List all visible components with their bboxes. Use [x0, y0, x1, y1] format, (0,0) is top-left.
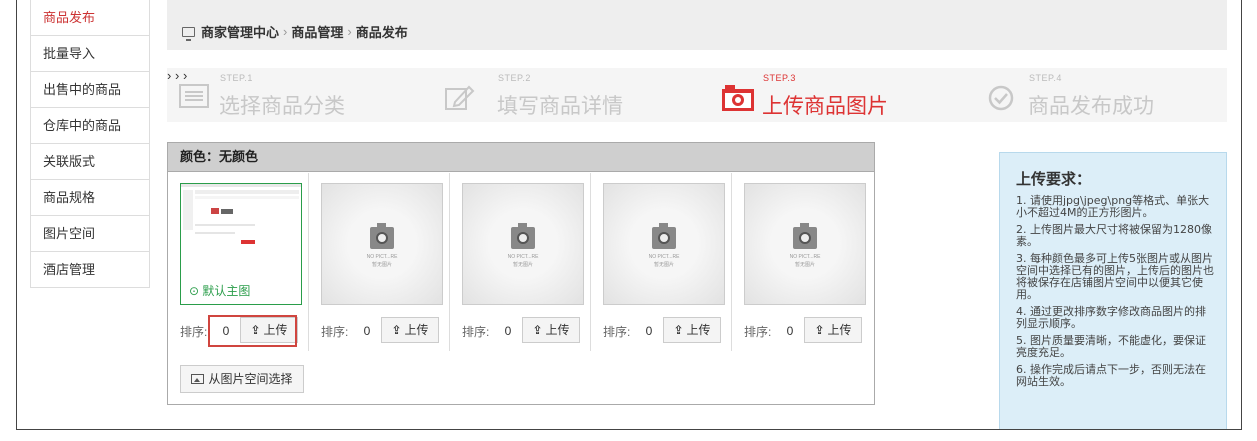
image-slot: NO PICT...RE 暂无图片 排序: 0 ⇪ 上传 — [309, 173, 450, 351]
sidebar-item-hotel[interactable]: 酒店管理 — [30, 252, 150, 288]
sort-input[interactable]: 0 — [637, 317, 661, 345]
placeholder-text: NO PICT...RE — [507, 254, 539, 260]
step-tag: STEP.3 — [763, 73, 796, 83]
image-placeholder[interactable]: NO PICT...RE 暂无图片 — [462, 183, 584, 305]
slot-controls: 排序: 0 ⇪ 上传 — [732, 315, 872, 345]
breadcrumb-item[interactable]: 商品管理 — [291, 22, 343, 41]
sort-input[interactable]: 0 — [778, 317, 802, 345]
placeholder-text: NO PICT...RE — [366, 254, 398, 260]
upload-button[interactable]: ⇪ 上传 — [663, 317, 721, 343]
step-label: 商品发布成功 — [1028, 95, 1154, 118]
breadcrumb-item[interactable]: 商家管理中心 — [201, 22, 279, 41]
chevron-right-icon: › — [167, 68, 172, 83]
step-tag: STEP.2 — [498, 73, 531, 83]
requirement-item: 3. 每种颜色最多可上传5张图片或从图片空间中选择已有的图片，上传后的图片也将被… — [1016, 252, 1214, 301]
progress-steps: STEP.1 选择商品分类 › STEP.2 填写商品详情 › STEP.3 上… — [167, 68, 1227, 122]
sort-input[interactable]: 0 — [496, 317, 520, 345]
step-4: STEP.4 商品发布成功 — [987, 68, 1217, 122]
upload-icon: ⇪ — [391, 323, 402, 337]
step-label: 选择商品分类 — [219, 95, 345, 118]
sidebar-item-publish[interactable]: 商品发布 — [30, 0, 150, 36]
placeholder-text: 暂无图片 — [371, 262, 392, 268]
sidebar-item-specs[interactable]: 商品规格 — [30, 180, 150, 216]
upload-button[interactable]: ⇪ 上传 — [804, 317, 862, 343]
requirement-item: 6. 操作完成后请点下一步，否则无法在网站生效。 — [1016, 363, 1206, 388]
panel-header: 颜色：无颜色 — [168, 143, 874, 172]
upload-button[interactable]: ⇪ 上传 — [522, 317, 580, 343]
upload-requirements: 上传要求： 1. 请使用jpg\jpeg\png等格式、单张大小不超过4M的正方… — [999, 152, 1227, 429]
step-tag: STEP.1 — [220, 73, 253, 83]
requirement-item: 1. 请使用jpg\jpeg\png等格式、单张大小不超过4M的正方形图片。 — [1016, 194, 1210, 219]
camera-icon — [722, 85, 754, 111]
requirement-item: 4. 通过更改排序数字修改商品图片的排列显示顺序。 — [1016, 305, 1206, 330]
upload-icon: ⇪ — [673, 323, 684, 337]
upload-icon: ⇪ — [814, 323, 825, 337]
placeholder-text: NO PICT...RE — [789, 254, 821, 260]
slot-controls: 排序: 0 ⇪ 上传 — [309, 315, 449, 345]
image-slot: NO PICT...RE 暂无图片 排序: 0 ⇪ 上传 — [450, 173, 591, 351]
slot-controls: 排序: 0 ⇪ 上传 — [450, 315, 590, 345]
upload-icon: ⇪ — [532, 323, 543, 337]
sidebar-item-image-space[interactable]: 图片空间 — [30, 216, 150, 252]
placeholder-text: 暂无图片 — [512, 262, 533, 268]
check-circle-icon: ⊙ — [189, 284, 200, 298]
sidebar: 商品发布 批量导入 出售中的商品 仓库中的商品 关联版式 商品规格 图片空间 酒… — [30, 0, 150, 288]
placeholder-text: NO PICT...RE — [648, 254, 680, 260]
requirements-title: 上传要求： — [1016, 171, 1092, 188]
breadcrumb-separator: › — [283, 24, 288, 39]
image-placeholder[interactable]: NO PICT...RE 暂无图片 — [744, 183, 866, 305]
image-slot: NO PICT...RE 暂无图片 排序: 0 ⇪ 上传 — [732, 173, 873, 351]
image-placeholder[interactable]: NO PICT...RE 暂无图片 — [321, 183, 443, 305]
image-icon — [191, 374, 205, 384]
requirement-item: 2. 上传图片最大尺寸将被保留为1280像素。 — [1016, 223, 1212, 248]
sort-label: 排序: — [744, 325, 772, 339]
step-label: 上传商品图片 — [762, 95, 888, 118]
default-main-image-label: ⊙ 默认主图 — [189, 284, 251, 298]
upload-button[interactable]: ⇪ 上传 — [381, 317, 439, 343]
camera-icon — [793, 223, 817, 249]
breadcrumb-bar: 商家管理中心 › 商品管理 › 商品发布 — [167, 0, 1227, 50]
sort-input[interactable]: 0 — [355, 317, 379, 345]
color-image-panel: 颜色：无颜色 ⊙ 默认主图 排序: 0 ⇪ 上传 NO PICT...RE 暂无… — [167, 142, 875, 405]
step-2: STEP.2 填写商品详情 — [445, 68, 675, 122]
image-slots: ⊙ 默认主图 排序: 0 ⇪ 上传 NO PICT...RE 暂无图片 排序: … — [168, 173, 874, 351]
breadcrumb-separator: › — [347, 24, 352, 39]
edit-icon — [445, 85, 475, 110]
breadcrumb-item: 商品发布 — [355, 25, 408, 40]
choose-from-image-space-button[interactable]: 从图片空间选择 — [180, 365, 304, 393]
step-tag: STEP.4 — [1029, 73, 1062, 83]
sort-label: 排序: — [462, 325, 490, 339]
monitor-icon — [182, 26, 195, 41]
placeholder-text: 暂无图片 — [653, 262, 674, 268]
page-frame: 商品发布 批量导入 出售中的商品 仓库中的商品 关联版式 商品规格 图片空间 酒… — [16, 0, 1242, 430]
step-label: 填写商品详情 — [497, 95, 623, 118]
check-circle-icon — [988, 85, 1014, 111]
step-3: STEP.3 上传商品图片 — [721, 68, 951, 122]
sort-label: 排序: — [603, 325, 631, 339]
list-icon — [179, 84, 209, 108]
camera-icon — [511, 223, 535, 249]
step-1: STEP.1 选择商品分类 — [179, 68, 409, 122]
sidebar-item-on-sale[interactable]: 出售中的商品 — [30, 72, 150, 108]
image-slot: ⊙ 默认主图 排序: 0 ⇪ 上传 — [168, 173, 309, 351]
requirement-item: 5. 图片质量要清晰，不能虚化，要保证亮度充足。 — [1016, 334, 1206, 359]
camera-icon — [370, 223, 394, 249]
slot-controls: 排序: 0 ⇪ 上传 — [168, 315, 308, 347]
sidebar-item-batch-import[interactable]: 批量导入 — [30, 36, 150, 72]
image-slot: NO PICT...RE 暂无图片 排序: 0 ⇪ 上传 — [591, 173, 732, 351]
camera-icon — [652, 223, 676, 249]
sidebar-item-layouts[interactable]: 关联版式 — [30, 144, 150, 180]
slot-controls: 排序: 0 ⇪ 上传 — [591, 315, 731, 345]
highlight-box — [208, 315, 297, 347]
breadcrumb: 商家管理中心 › 商品管理 › 商品发布 — [182, 22, 408, 41]
image-placeholder[interactable]: NO PICT...RE 暂无图片 — [603, 183, 725, 305]
sort-label: 排序: — [180, 325, 208, 339]
sidebar-item-warehouse[interactable]: 仓库中的商品 — [30, 108, 150, 144]
placeholder-text: 暂无图片 — [794, 262, 815, 268]
main-image-thumbnail[interactable]: ⊙ 默认主图 — [180, 183, 302, 305]
screenshot-preview — [181, 184, 301, 246]
sort-label: 排序: — [321, 325, 349, 339]
